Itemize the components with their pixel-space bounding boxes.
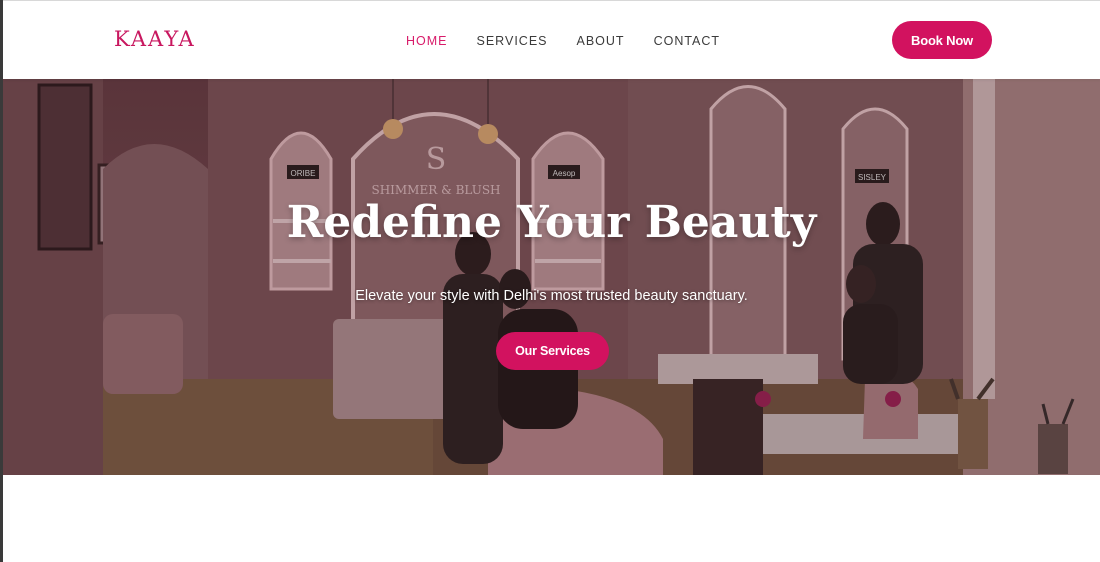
window-edge <box>0 0 3 562</box>
nav-item-contact[interactable]: CONTACT <box>654 34 721 48</box>
nav-item-about[interactable]: ABOUT <box>577 34 625 48</box>
site-header: KAAYA HOME SERVICES ABOUT CONTACT Book N… <box>3 0 1100 79</box>
hero-subtitle: Elevate your style with Delhi's most tru… <box>355 288 748 304</box>
brand-logo[interactable]: KAAYA <box>114 27 196 51</box>
our-services-button[interactable]: Our Services <box>496 332 609 370</box>
main-nav: HOME SERVICES ABOUT CONTACT <box>406 34 749 48</box>
nav-item-services[interactable]: SERVICES <box>477 34 548 48</box>
nav-item-home[interactable]: HOME <box>406 34 448 48</box>
hero-section: ORIBE Aesop S SHIMMER & BLUSH SISLEY Red… <box>3 79 1100 475</box>
hero-overlay <box>3 79 1100 475</box>
hero-title: Redefine Your Beauty <box>286 197 817 248</box>
book-now-button[interactable]: Book Now <box>892 21 992 59</box>
content-area <box>3 475 1100 562</box>
